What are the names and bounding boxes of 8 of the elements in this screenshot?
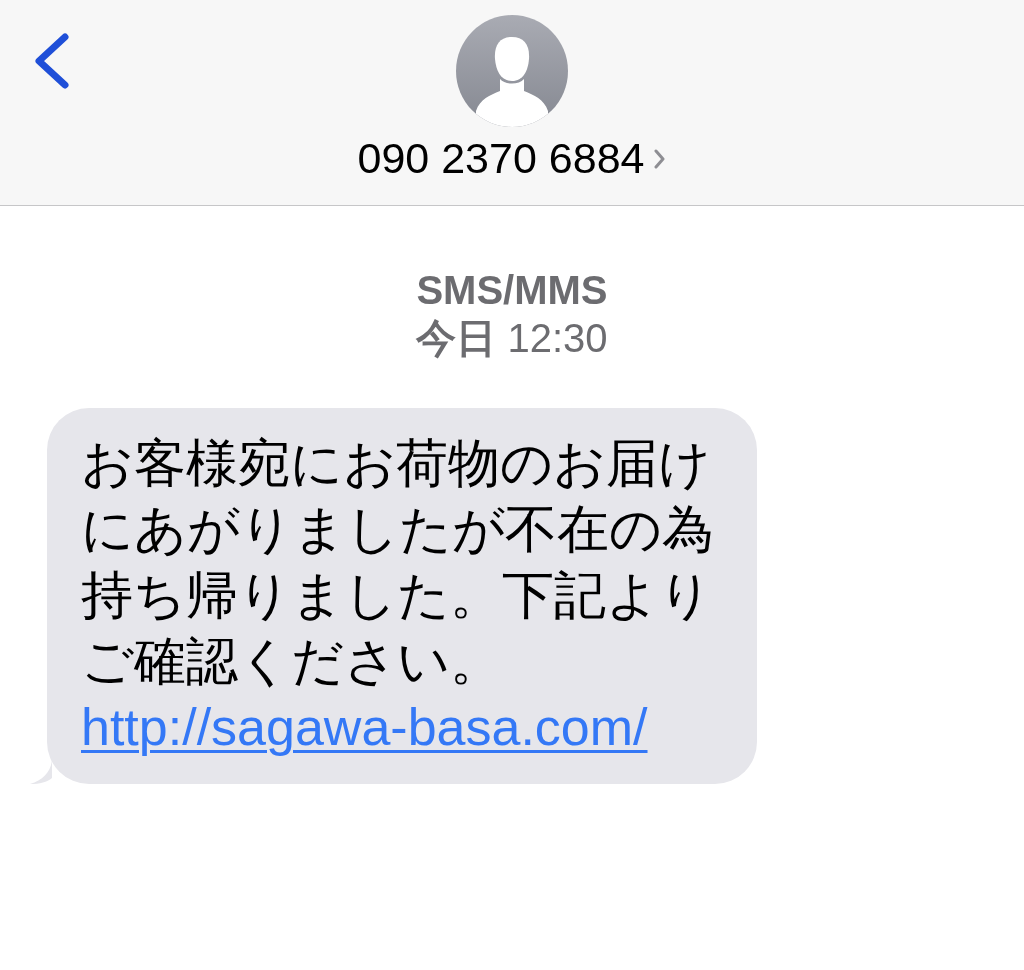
person-avatar-icon	[456, 15, 568, 127]
chevron-right-icon	[654, 147, 667, 170]
service-label: SMS/MMS	[416, 267, 608, 314]
message-text: お客様宛にお荷物のお届けにあがりましたが不在の為持ち帰りました。下記よりご確認ください。 http://sagawa-basa.com/	[81, 433, 715, 758]
back-button[interactable]	[34, 33, 70, 89]
timestamp: 今日 12:30	[416, 315, 608, 362]
chevron-left-icon	[34, 33, 70, 89]
contact-button[interactable]: 090 2370 6884	[357, 133, 667, 185]
